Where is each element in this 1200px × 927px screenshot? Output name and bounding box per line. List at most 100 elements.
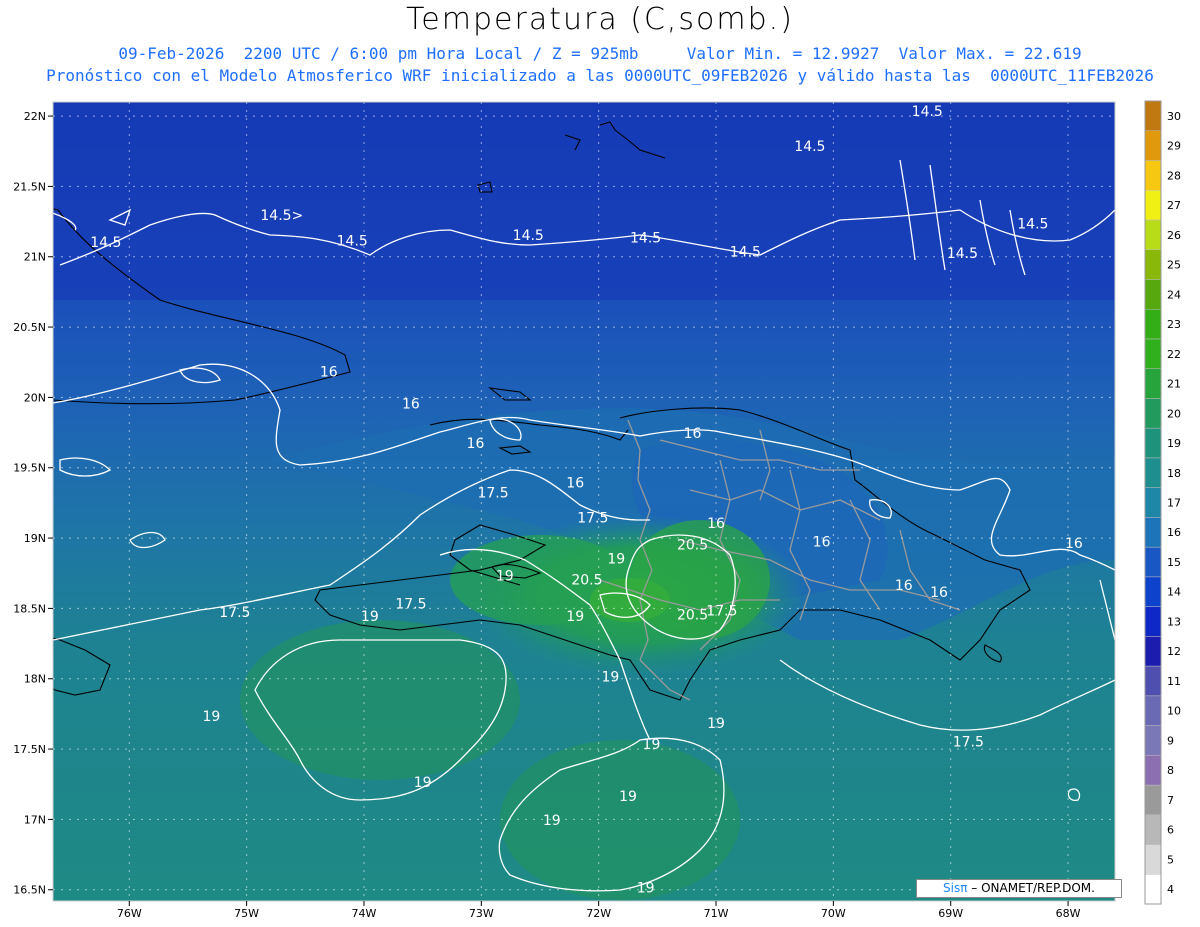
- colorbar-swatch: [1144, 606, 1162, 637]
- colorbar-label: 4: [1167, 883, 1174, 896]
- lon-tick-label: 68W: [1056, 907, 1081, 920]
- colorbar-swatch: [1144, 725, 1162, 756]
- contour-label: 16: [895, 578, 913, 594]
- contour-label: 19: [607, 551, 625, 567]
- contour-label: 16: [320, 364, 338, 380]
- contour-label: 17.5: [953, 734, 984, 750]
- colorbar-label: 23: [1167, 318, 1181, 331]
- contour-label: 14.5: [730, 245, 761, 261]
- colorbar-swatch: [1144, 844, 1162, 875]
- colorbar-swatch: [1144, 874, 1162, 905]
- contour-label: 19: [601, 670, 619, 686]
- colorbar-swatch: [1144, 338, 1162, 369]
- contour-label: 17.5: [395, 596, 426, 612]
- contour-label: 19: [619, 789, 637, 805]
- colorbar-label: 16: [1167, 526, 1181, 539]
- lon-tick-label: 74W: [352, 907, 377, 920]
- colorbar-swatch: [1144, 427, 1162, 459]
- contour-label: 14.5: [90, 235, 121, 251]
- lat-tick-label: 17N: [24, 813, 46, 826]
- colorbar-label: 22: [1167, 348, 1181, 361]
- colorbar-label: 9: [1167, 734, 1174, 747]
- lon-tick-label: 76W: [117, 907, 142, 920]
- contour-label: 19: [637, 881, 655, 897]
- lat-tick-label: 20N: [24, 391, 46, 404]
- lon-tick-label: 72W: [586, 907, 611, 920]
- longitude-axis: 76W 75W 74W 73W 72W 71W 70W 69W 68W: [117, 901, 1081, 920]
- colorbar-label: 13: [1167, 615, 1181, 628]
- colorbar-swatch: [1144, 814, 1162, 845]
- colorbar-label: 19: [1167, 437, 1181, 450]
- contour-label: 19: [203, 709, 221, 725]
- contour-label: 14.5: [912, 104, 943, 120]
- colorbar-label: 10: [1167, 705, 1181, 718]
- contour-label: 14.5: [630, 231, 661, 247]
- contour-label: 19: [414, 775, 432, 791]
- colorbar-label: 28: [1167, 169, 1181, 182]
- colorbar-label: 25: [1167, 259, 1181, 272]
- colorbar-label: 27: [1167, 199, 1181, 212]
- colorbar-label: 12: [1167, 645, 1181, 658]
- contour-label: 19: [543, 813, 561, 829]
- colorbar-label: 30: [1167, 110, 1181, 123]
- colorbar-swatch: [1144, 487, 1162, 518]
- contour-label: 19: [566, 609, 584, 625]
- plot-area: 14.5 14.5> 14.5 14.5 14.5 14.5 14.5 14.5 14.5 14.…: [53, 102, 1115, 901]
- colorbar-label: 11: [1167, 675, 1181, 688]
- lat-tick-label: 19.5N: [13, 462, 46, 475]
- colorbar-swatch: [1144, 308, 1162, 340]
- colorbar-swatch: [1144, 665, 1162, 697]
- colorbar-label: 17: [1167, 497, 1181, 510]
- colorbar-label: 18: [1167, 467, 1181, 480]
- contour-label: 17.5: [706, 603, 737, 619]
- credit-box: Sisπ – ONAMET/REP.DOM.: [916, 879, 1122, 898]
- contour-label: 20.5: [677, 608, 708, 624]
- colorbar-swatch: [1144, 457, 1162, 488]
- lat-tick-label: 19N: [24, 532, 46, 545]
- latitude-axis: 22N 21.5N 21N 20.5N 20N 19.5N 19N 18.5N 18N 17.5N…: [13, 110, 53, 897]
- contour-label: 17.5: [577, 511, 608, 527]
- credit-text: – ONAMET/REP.DOM.: [967, 881, 1095, 895]
- lon-tick-label: 73W: [469, 907, 494, 920]
- lat-tick-label: 18.5N: [13, 602, 46, 615]
- contour-label: 16: [813, 535, 831, 551]
- colorbar-swatch: [1144, 249, 1162, 280]
- lat-tick-label: 16.5N: [13, 884, 46, 897]
- colorbar-swatch: [1144, 784, 1162, 816]
- contour-label: 14.5: [947, 246, 978, 262]
- colorbar-swatch: [1144, 189, 1162, 221]
- colorbar-swatch: [1144, 517, 1162, 548]
- contour-label: 16: [566, 475, 584, 491]
- contour-label: 14.5: [337, 233, 368, 249]
- contour-label: 16: [684, 426, 702, 442]
- colorbar-label: 15: [1167, 556, 1181, 569]
- contour-label: 14.5: [1017, 217, 1048, 233]
- lat-tick-label: 21.5N: [13, 180, 46, 193]
- contour-label: 16: [930, 585, 948, 601]
- colorbar-swatch: [1144, 546, 1162, 578]
- contour-label: 20.5: [571, 572, 602, 588]
- contour-label: 19: [643, 737, 661, 753]
- contour-label: 14.5: [513, 228, 544, 244]
- colorbar-swatch: [1144, 160, 1162, 191]
- colorbar-swatch: [1144, 576, 1162, 607]
- lat-tick-label: 20.5N: [13, 321, 46, 334]
- contour-label: 16: [402, 397, 420, 413]
- colorbar-swatch: [1144, 279, 1162, 310]
- temperature-map: 14.5 14.5> 14.5 14.5 14.5 14.5 14.5 14.5 14.5 14.…: [13, 100, 1181, 920]
- colorbar-swatch: [1144, 130, 1162, 161]
- contour-label: 20.5: [677, 537, 708, 553]
- contour-label: 17.5: [219, 605, 250, 621]
- contour-label: 17.5: [477, 485, 508, 501]
- colorbar: 4 5 6 7 8 9 10 11 12 13 14 15 16 17 18 19 20 21 22 23 24 25 26…: [1144, 100, 1181, 905]
- colorbar-swatch: [1144, 368, 1162, 399]
- colorbar-label: 14: [1167, 586, 1181, 599]
- colorbar-swatch: [1144, 636, 1162, 667]
- colorbar-swatch: [1144, 398, 1162, 429]
- lon-tick-label: 69W: [938, 907, 963, 920]
- lat-tick-label: 18N: [24, 673, 46, 686]
- colorbar-swatch: [1144, 100, 1162, 131]
- contour-label: 14.5>: [260, 208, 303, 224]
- contour-label: 14.5: [794, 139, 825, 155]
- lat-tick-label: 22N: [24, 110, 46, 123]
